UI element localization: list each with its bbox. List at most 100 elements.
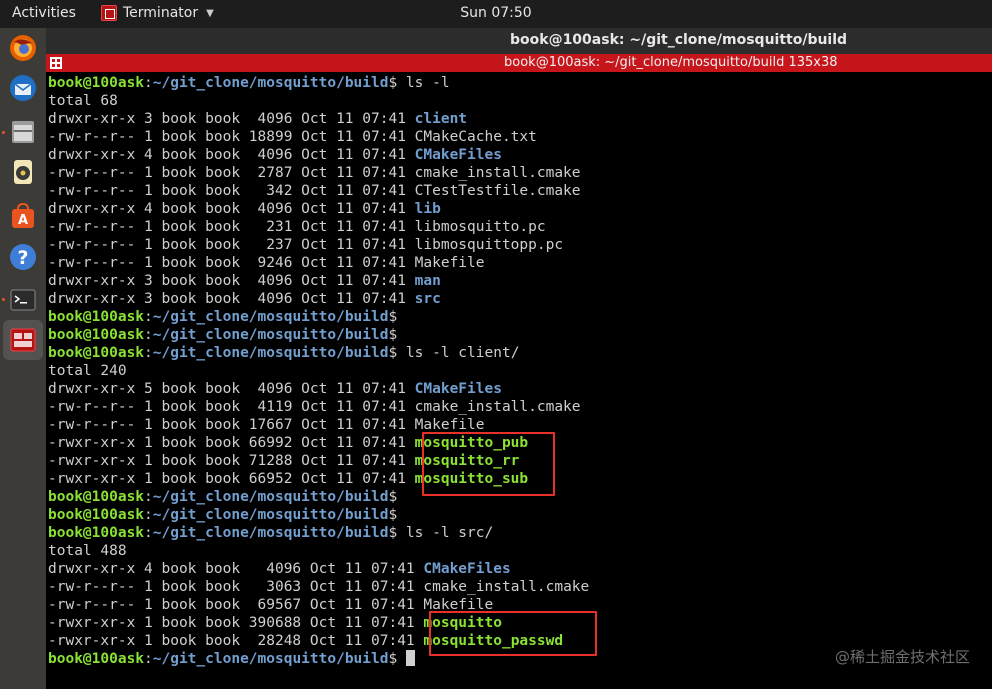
prompt-path: ~/git_clone/mosquitto/build bbox=[152, 327, 389, 343]
prompt-user: book@100ask bbox=[48, 309, 145, 325]
directory-name: lib bbox=[414, 201, 441, 217]
listing-details: drwxr-xr-x 4 book book 4096 Oct 11 07:41 bbox=[48, 147, 415, 163]
command-text bbox=[397, 651, 406, 667]
chevron-down-icon: ▼ bbox=[206, 7, 214, 19]
listing-row: drwxr-xr-x 4 book book 4096 Oct 11 07:41… bbox=[48, 146, 589, 164]
thunderbird-icon[interactable] bbox=[7, 72, 39, 104]
activities-button[interactable]: Activities bbox=[12, 5, 76, 21]
help-icon[interactable]: ? bbox=[7, 241, 39, 273]
file-name: libmosquitto.pc bbox=[414, 219, 546, 235]
listing-row: drwxr-xr-x 3 book book 4096 Oct 11 07:41… bbox=[48, 110, 589, 128]
terminal-titlebar[interactable]: book@100ask: ~/git_clone/mosquitto/build… bbox=[46, 54, 992, 72]
directory-name: CMakeFiles bbox=[423, 561, 511, 577]
listing-details: drwxr-xr-x 5 book book 4096 Oct 11 07:41 bbox=[48, 381, 415, 397]
prompt-user: book@100ask bbox=[48, 525, 145, 541]
listing-details: -rwxr-xr-x 1 book book 28248 Oct 11 07:4… bbox=[48, 633, 424, 649]
listing-row: -rw-r--r-- 1 book book 342 Oct 11 07:41 … bbox=[48, 182, 589, 200]
listing-row: drwxr-xr-x 3 book book 4096 Oct 11 07:41… bbox=[48, 272, 589, 290]
grid-icon[interactable] bbox=[50, 57, 62, 69]
prompt-path: ~/git_clone/mosquitto/build bbox=[152, 75, 389, 91]
file-name: cmake_install.cmake bbox=[414, 399, 581, 415]
prompt-user: book@100ask bbox=[48, 507, 145, 523]
file-name: CTestTestfile.cmake bbox=[414, 183, 581, 199]
listing-details: drwxr-xr-x 4 book book 4096 Oct 11 07:41 bbox=[48, 201, 415, 217]
listing-details: -rw-r--r-- 1 book book 18899 Oct 11 07:4… bbox=[48, 129, 415, 145]
terminal-title: book@100ask: ~/git_clone/mosquitto/build… bbox=[504, 55, 838, 70]
prompt-path: ~/git_clone/mosquitto/build bbox=[152, 525, 389, 541]
file-name: cmake_install.cmake bbox=[414, 165, 581, 181]
file-name: Makefile bbox=[414, 255, 485, 271]
listing-row: -rw-r--r-- 1 book book 3063 Oct 11 07:41… bbox=[48, 578, 589, 596]
top-panel: Activities Terminator ▼ Sun 07:50 bbox=[0, 0, 992, 28]
listing-details: -rw-r--r-- 1 book book 17667 Oct 11 07:4… bbox=[48, 417, 415, 433]
listing-details: -rw-r--r-- 1 book book 9246 Oct 11 07:41 bbox=[48, 255, 415, 271]
file-name: Makefile bbox=[414, 417, 485, 433]
output-line: total 240 bbox=[48, 363, 127, 379]
listing-details: -rwxr-xr-x 1 book book 390688 Oct 11 07:… bbox=[48, 615, 424, 631]
highlight-box-src-executables bbox=[429, 611, 597, 656]
text-cursor bbox=[405, 650, 415, 666]
firefox-icon[interactable] bbox=[7, 32, 39, 64]
window-titlebar[interactable]: book@100ask: ~/git_clone/mosquitto/build bbox=[46, 28, 992, 54]
prompt-line: book@100ask:~/git_clone/mosquitto/build$… bbox=[48, 525, 494, 541]
prompt-line: book@100ask:~/git_clone/mosquitto/build$… bbox=[48, 345, 520, 361]
watermark: @稀土掘金技术社区 bbox=[834, 648, 970, 666]
rhythmbox-icon[interactable] bbox=[7, 156, 39, 188]
listing-row: -rw-r--r-- 1 book book 9246 Oct 11 07:41… bbox=[48, 254, 589, 272]
command-text: ls -l src/ bbox=[397, 525, 494, 541]
directory-name: src bbox=[414, 291, 441, 307]
prompt-path: ~/git_clone/mosquitto/build bbox=[152, 507, 389, 523]
listing-details: -rw-r--r-- 1 book book 69567 Oct 11 07:4… bbox=[48, 597, 424, 613]
prompt-line: book@100ask:~/git_clone/mosquitto/build$ bbox=[48, 507, 398, 523]
prompt-path: ~/git_clone/mosquitto/build bbox=[152, 651, 389, 667]
directory-name: CMakeFiles bbox=[414, 381, 502, 397]
clock[interactable]: Sun 07:50 bbox=[460, 5, 531, 21]
listing-details: -rwxr-xr-x 1 book book 66992 Oct 11 07:4… bbox=[48, 435, 415, 451]
file-name: libmosquittopp.pc bbox=[414, 237, 564, 253]
command-text: ls -l client/ bbox=[397, 345, 520, 361]
files-icon[interactable] bbox=[7, 116, 39, 148]
listing-row: -rw-r--r-- 1 book book 2787 Oct 11 07:41… bbox=[48, 164, 589, 182]
terminal-icon[interactable] bbox=[7, 284, 39, 316]
dock: A ? bbox=[0, 28, 46, 689]
app-menu-label: Terminator bbox=[123, 5, 199, 21]
prompt-line: book@100ask:~/git_clone/mosquitto/build$ bbox=[48, 327, 398, 343]
prompt-path: ~/git_clone/mosquitto/build bbox=[152, 489, 389, 505]
listing-row: drwxr-xr-x 5 book book 4096 Oct 11 07:41… bbox=[48, 380, 589, 398]
software-center-icon[interactable]: A bbox=[7, 200, 39, 232]
listing-row: -rw-r--r-- 1 book book 4119 Oct 11 07:41… bbox=[48, 398, 589, 416]
terminal-output: book@100ask:~/git_clone/mosquitto/build$… bbox=[48, 74, 589, 668]
window-title: book@100ask: ~/git_clone/mosquitto/build bbox=[510, 32, 848, 48]
prompt-path: ~/git_clone/mosquitto/build bbox=[152, 309, 389, 325]
prompt-user: book@100ask bbox=[48, 651, 145, 667]
directory-name: man bbox=[414, 273, 441, 289]
listing-row: drwxr-xr-x 4 book book 4096 Oct 11 07:41… bbox=[48, 560, 589, 578]
terminator-icon[interactable] bbox=[3, 320, 43, 360]
listing-details: -rwxr-xr-x 1 book book 66952 Oct 11 07:4… bbox=[48, 471, 415, 487]
listing-details: drwxr-xr-x 3 book book 4096 Oct 11 07:41 bbox=[48, 273, 415, 289]
listing-details: -rwxr-xr-x 1 book book 71288 Oct 11 07:4… bbox=[48, 453, 415, 469]
svg-text:A: A bbox=[18, 213, 28, 228]
listing-row: -rw-r--r-- 1 book book 237 Oct 11 07:41 … bbox=[48, 236, 589, 254]
app-menu[interactable]: Terminator ▼ bbox=[101, 5, 214, 21]
prompt-user: book@100ask bbox=[48, 345, 145, 361]
listing-details: drwxr-xr-x 4 book book 4096 Oct 11 07:41 bbox=[48, 561, 424, 577]
running-indicator bbox=[2, 131, 5, 134]
listing-row: drwxr-xr-x 4 book book 4096 Oct 11 07:41… bbox=[48, 200, 589, 218]
directory-name: CMakeFiles bbox=[414, 147, 502, 163]
file-name: CMakeCache.txt bbox=[414, 129, 537, 145]
listing-details: -rw-r--r-- 1 book book 237 Oct 11 07:41 bbox=[48, 237, 415, 253]
file-name: cmake_install.cmake bbox=[423, 579, 590, 595]
listing-row: -rw-r--r-- 1 book book 18899 Oct 11 07:4… bbox=[48, 128, 589, 146]
running-indicator bbox=[2, 298, 5, 301]
prompt-user: book@100ask bbox=[48, 327, 145, 343]
output-line: total 68 bbox=[48, 93, 118, 109]
output-line: total 488 bbox=[48, 543, 127, 559]
listing-details: -rw-r--r-- 1 book book 4119 Oct 11 07:41 bbox=[48, 399, 415, 415]
terminal-area[interactable]: book@100ask:~/git_clone/mosquitto/build$… bbox=[46, 72, 992, 689]
highlight-box-client-executables bbox=[422, 432, 555, 496]
listing-details: drwxr-xr-x 3 book book 4096 Oct 11 07:41 bbox=[48, 291, 415, 307]
listing-details: -rw-r--r-- 1 book book 2787 Oct 11 07:41 bbox=[48, 165, 415, 181]
listing-row: drwxr-xr-x 3 book book 4096 Oct 11 07:41… bbox=[48, 290, 589, 308]
prompt-user: book@100ask bbox=[48, 75, 145, 91]
